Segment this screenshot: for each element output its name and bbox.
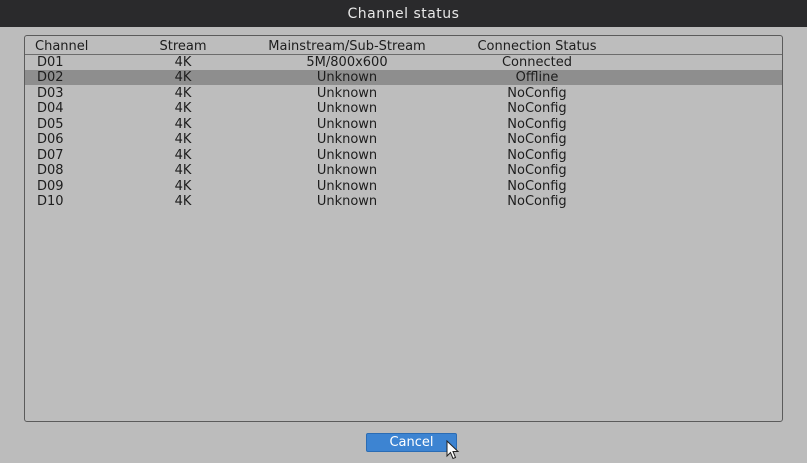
cell-channel: D01 bbox=[37, 55, 64, 70]
cell-connection-status: NoConfig bbox=[507, 194, 567, 209]
cell-connection-status: NoConfig bbox=[507, 179, 567, 194]
cell-stream: 4K bbox=[174, 101, 192, 116]
cell-stream: 4K bbox=[174, 86, 192, 101]
cell-connection-status: Offline bbox=[515, 70, 559, 85]
table-row[interactable]: D04 4K Unknown NoConfig bbox=[25, 101, 782, 116]
cell-connection-status: NoConfig bbox=[507, 117, 567, 132]
cell-channel: D06 bbox=[37, 132, 64, 147]
cell-mainstream: Unknown bbox=[316, 86, 378, 101]
table-header: Channel Stream Mainstream/Sub-Stream Con… bbox=[25, 39, 782, 55]
table-row[interactable]: D07 4K Unknown NoConfig bbox=[25, 148, 782, 163]
cell-mainstream: Unknown bbox=[316, 194, 378, 209]
table-row[interactable]: D03 4K Unknown NoConfig bbox=[25, 86, 782, 101]
cell-stream: 4K bbox=[174, 117, 192, 132]
cell-channel: D09 bbox=[37, 179, 64, 194]
cell-mainstream: Unknown bbox=[316, 148, 378, 163]
cell-stream: 4K bbox=[174, 132, 192, 147]
channel-status-dialog: Channel status Channel Stream Mainstream… bbox=[0, 0, 807, 463]
cancel-button-label: Cancel bbox=[389, 435, 434, 450]
channel-status-table: Channel Stream Mainstream/Sub-Stream Con… bbox=[24, 35, 783, 422]
table-row[interactable]: D08 4K Unknown NoConfig bbox=[25, 163, 782, 178]
cell-connection-status: NoConfig bbox=[507, 86, 567, 101]
cell-mainstream: Unknown bbox=[316, 70, 378, 85]
cell-stream: 4K bbox=[174, 148, 192, 163]
cell-channel: D10 bbox=[37, 194, 64, 209]
table-row[interactable]: D10 4K Unknown NoConfig bbox=[25, 194, 782, 209]
cell-mainstream: Unknown bbox=[316, 117, 378, 132]
cell-stream: 4K bbox=[174, 55, 192, 70]
header-channel: Channel bbox=[35, 39, 89, 54]
cell-connection-status: NoConfig bbox=[507, 163, 567, 178]
cell-connection-status: NoConfig bbox=[507, 101, 567, 116]
cell-connection-status: NoConfig bbox=[507, 132, 567, 147]
cell-stream: 4K bbox=[174, 179, 192, 194]
cell-stream: 4K bbox=[174, 194, 192, 209]
table-row-selected[interactable]: D02 4K Unknown Offline bbox=[25, 70, 782, 85]
header-connection-status: Connection Status bbox=[477, 39, 597, 54]
cell-mainstream: Unknown bbox=[316, 179, 378, 194]
table-row[interactable]: D06 4K Unknown NoConfig bbox=[25, 132, 782, 147]
cell-channel: D04 bbox=[37, 101, 64, 116]
cell-mainstream: Unknown bbox=[316, 163, 378, 178]
header-mainstream: Mainstream/Sub-Stream bbox=[268, 39, 426, 54]
cell-channel: D08 bbox=[37, 163, 64, 178]
dialog-title: Channel status bbox=[347, 5, 460, 22]
dialog-title-bar: Channel status bbox=[0, 0, 807, 27]
table-row[interactable]: D05 4K Unknown NoConfig bbox=[25, 117, 782, 132]
cell-stream: 4K bbox=[174, 70, 192, 85]
cancel-button[interactable]: Cancel bbox=[366, 433, 457, 452]
cell-channel: D05 bbox=[37, 117, 64, 132]
mouse-pointer-icon bbox=[446, 440, 460, 460]
cell-channel: D03 bbox=[37, 86, 64, 101]
cell-channel: D07 bbox=[37, 148, 64, 163]
cell-connection-status: Connected bbox=[501, 55, 572, 70]
cell-channel: D02 bbox=[37, 70, 64, 85]
cell-connection-status: NoConfig bbox=[507, 148, 567, 163]
header-stream: Stream bbox=[159, 39, 207, 54]
table-row[interactable]: D01 4K 5M/800x600 Connected bbox=[25, 55, 782, 70]
table-row[interactable]: D09 4K Unknown NoConfig bbox=[25, 179, 782, 194]
cell-mainstream: Unknown bbox=[316, 101, 378, 116]
cell-mainstream: Unknown bbox=[316, 132, 378, 147]
cell-mainstream: 5M/800x600 bbox=[306, 55, 388, 70]
cell-stream: 4K bbox=[174, 163, 192, 178]
